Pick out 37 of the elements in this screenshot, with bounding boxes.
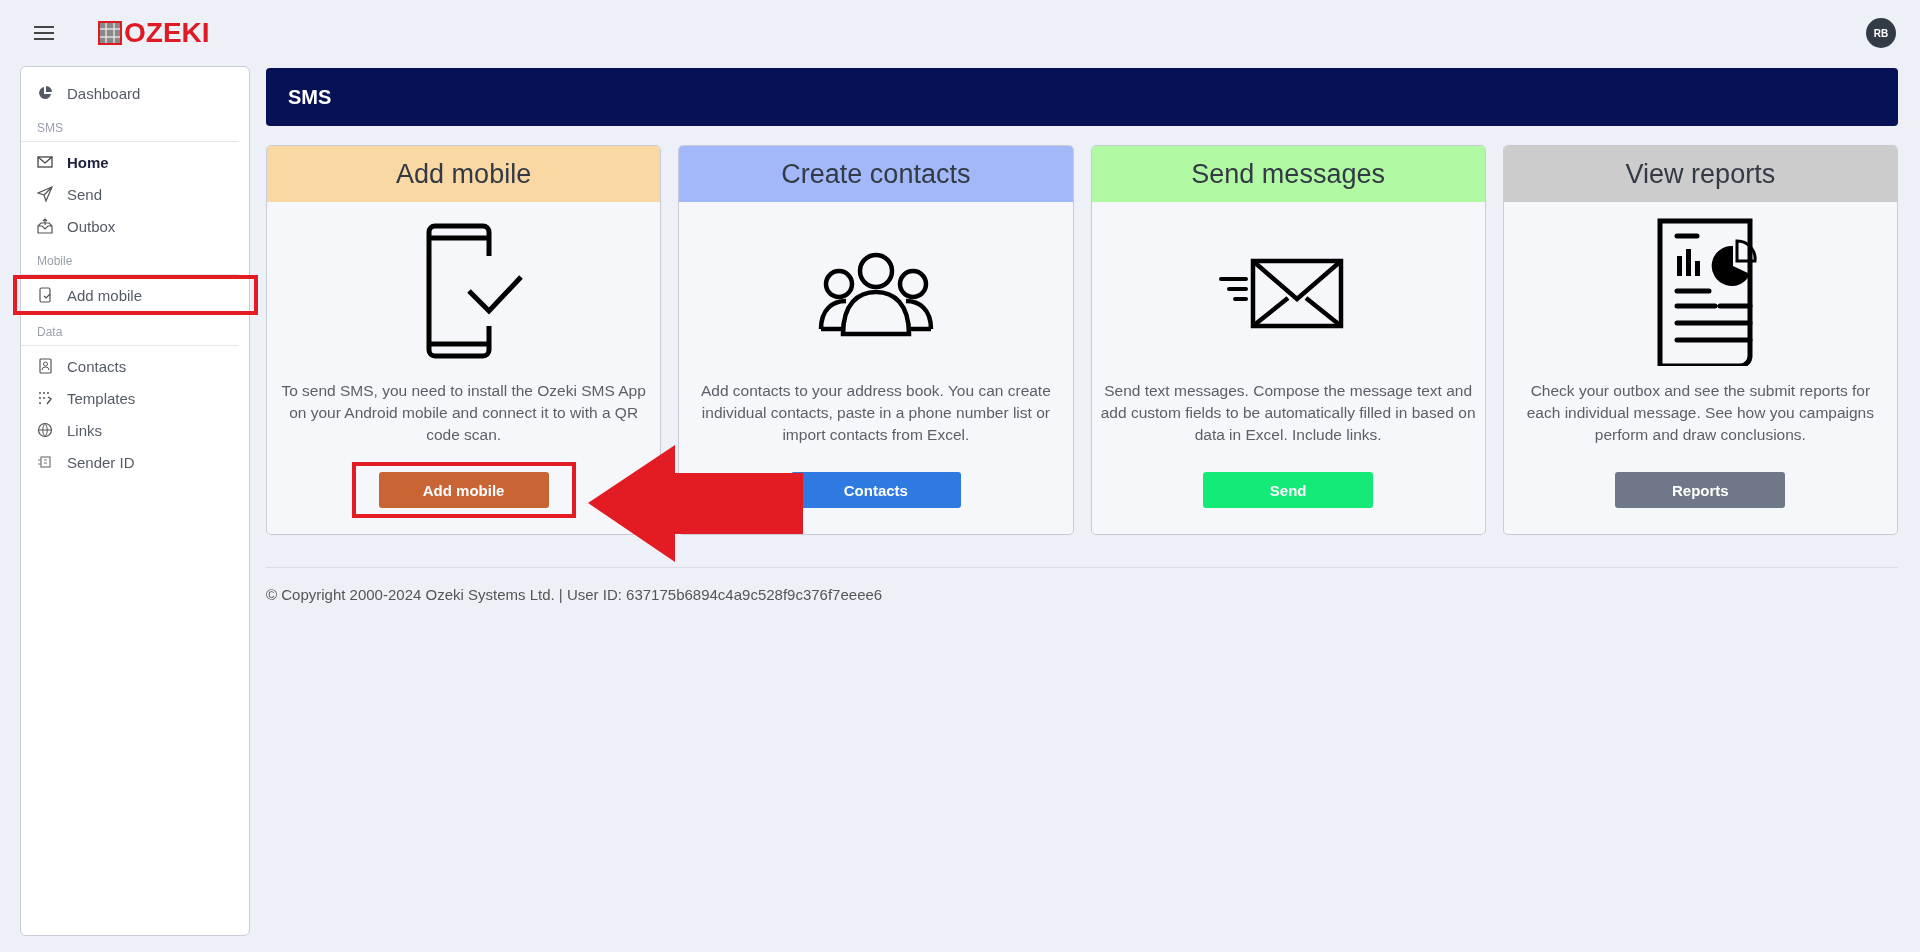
logo-text: OZEKI [124,17,210,49]
sidebar-item[interactable]: Templates [21,382,249,414]
envelope-icon [37,154,53,170]
card-description: Add contacts to your address book. You can create individual contacts, paste in a phone number list or import contacts from Excel. [699,381,1052,445]
globe-icon [37,422,53,438]
address-book-icon [37,358,53,374]
card-button[interactable]: Reports [1615,472,1786,508]
phone-check-icon [37,287,53,303]
sidebar-item[interactable]: Add mobile [17,279,254,311]
copyright-text: © Copyright 2000-2024 Ozeki Systems Ltd. | User ID: 637175b6894c4a9c528f9c376f7eeee6 [266,586,884,603]
sidebar-item[interactable]: Contacts [21,350,249,382]
section-label: Mobile [21,242,239,275]
card-title: Send messages [1091,146,1485,202]
sidebar-item[interactable]: Home [21,146,249,178]
id-tag-icon [37,454,53,470]
section-label: Data [21,313,239,346]
sidebar-item[interactable]: Send [21,178,249,210]
pie-chart-icon [37,85,53,101]
section-label: SMS [21,109,239,142]
keypad-logo-icon [98,21,122,45]
card-title: View reports [1503,146,1897,202]
tray-upload-icon [37,218,53,234]
paper-plane-icon [37,186,53,202]
card-description: To send SMS, you need to install the Ozeki SMS App on your Android mobile and connect it to with a QR code scan. [280,381,647,445]
sidebar-item[interactable]: Sender ID [21,446,249,478]
card-description: Send text messages. Compose the message text and add custom fields to be automatically filled in based on data in Excel. Include links. [1099,381,1477,445]
sidebar-item[interactable]: Dashboard [21,77,249,109]
dotted-template-icon [37,390,53,406]
card-button[interactable]: Add mobile [378,472,549,508]
sidebar-item[interactable]: Links [21,414,249,446]
card-description: Check your outbox and see the submit reports for each individual message. See how you campaigns perform and draw conclusions. [1525,381,1875,445]
sidebar-item[interactable]: Outbox [21,210,249,242]
page-title-bar: SMS [266,68,1898,126]
card-title: Create contacts [679,146,1073,202]
card-title: Add mobile [267,146,661,202]
user-avatar[interactable]: RB [1866,18,1896,48]
menu-icon[interactable] [32,24,56,42]
